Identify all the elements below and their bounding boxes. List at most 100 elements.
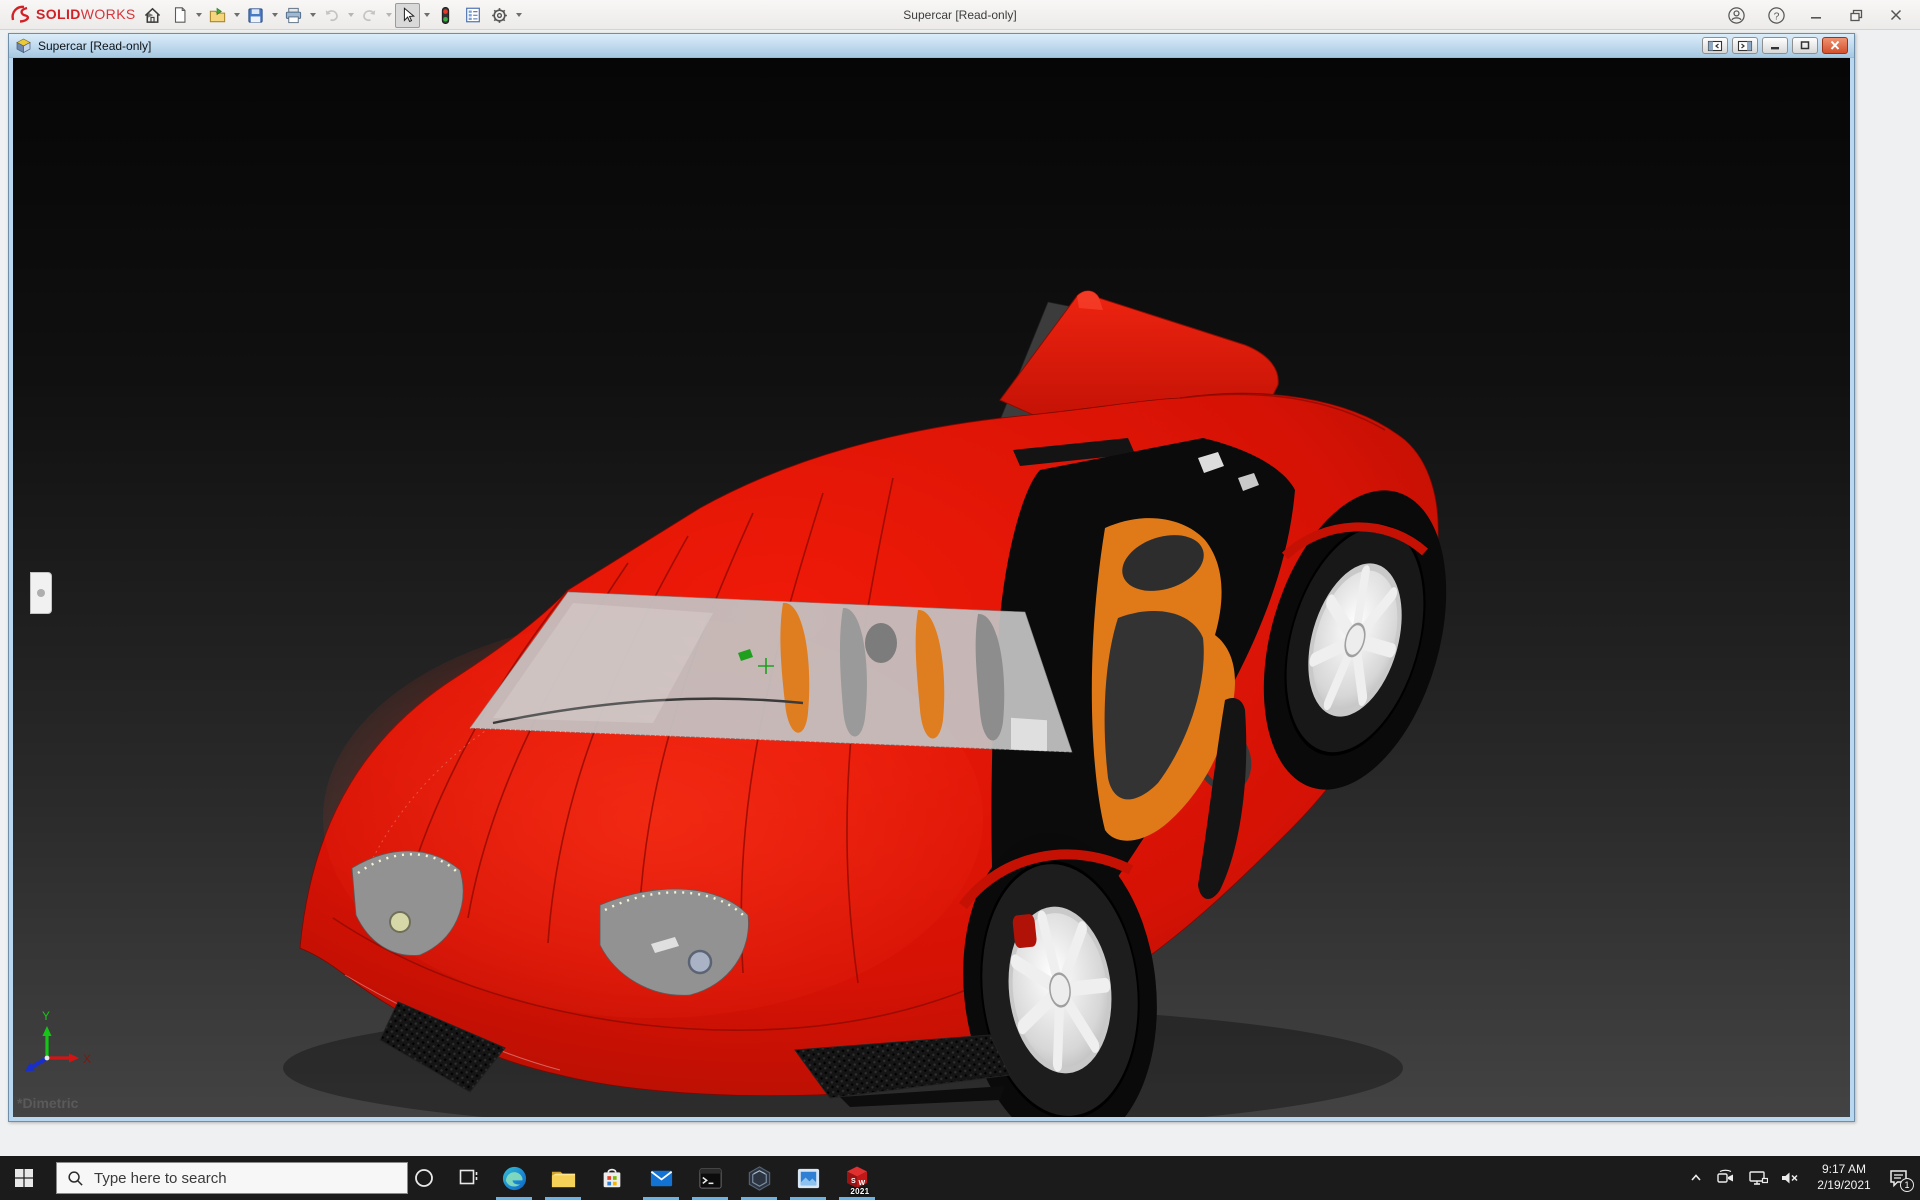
new-document-button[interactable] xyxy=(167,3,192,28)
store-icon xyxy=(603,1168,621,1188)
start-button[interactable] xyxy=(0,1156,48,1200)
notification-badge: 1 xyxy=(1900,1178,1914,1192)
taskbar-command-prompt[interactable] xyxy=(687,1156,733,1200)
brake-caliper xyxy=(1012,914,1037,949)
system-tray: 9:17 AM 2/19/2021 1 xyxy=(1688,1156,1920,1200)
options-dropdown[interactable] xyxy=(514,3,523,28)
part-document-icon xyxy=(16,38,31,54)
taskbar-clock[interactable]: 9:17 AM 2/19/2021 xyxy=(1812,1162,1876,1193)
meet-now-icon[interactable] xyxy=(1716,1169,1736,1187)
doc-restore-button[interactable] xyxy=(1792,37,1818,54)
properties-list-icon xyxy=(465,7,480,23)
file-explorer-icon xyxy=(551,1171,575,1187)
main-toolbar xyxy=(140,0,523,30)
doc-minimize-icon xyxy=(1771,47,1779,50)
undo-button[interactable] xyxy=(319,3,344,28)
task-view-button[interactable] xyxy=(445,1156,491,1200)
sw-version-label: 2021 xyxy=(850,1187,870,1196)
select-tool-button[interactable] xyxy=(395,2,420,28)
brand-text: SOLIDWORKS xyxy=(36,6,136,22)
redo-dropdown[interactable] xyxy=(384,3,393,28)
toggle-left-pane-button[interactable] xyxy=(1702,37,1728,54)
svg-text:S: S xyxy=(851,1178,856,1185)
taskbar-photos[interactable] xyxy=(785,1156,831,1200)
select-tool-dropdown[interactable] xyxy=(422,3,431,28)
search-input[interactable] xyxy=(94,1169,364,1187)
taskbar-store[interactable] xyxy=(589,1156,635,1200)
account-button[interactable] xyxy=(1726,5,1746,25)
print-dropdown[interactable] xyxy=(308,3,317,28)
options-button[interactable] xyxy=(487,3,512,28)
new-document-icon xyxy=(174,7,185,23)
brand-bold: SOLID xyxy=(36,6,81,22)
svg-text:?: ? xyxy=(1773,11,1779,22)
clock-date: 2/19/2021 xyxy=(1817,1178,1871,1192)
app-title: Supercar [Read-only] xyxy=(903,8,1017,22)
undo-icon xyxy=(325,9,338,21)
command-prompt-icon xyxy=(698,1167,722,1189)
photos-icon xyxy=(797,1168,819,1188)
mail-icon xyxy=(650,1170,672,1186)
select-cursor-icon xyxy=(403,7,415,23)
view-orientation-label: *Dimetric xyxy=(17,1095,79,1111)
close-button[interactable] xyxy=(1886,5,1906,25)
print-button[interactable] xyxy=(281,3,306,28)
doc-minimize-button[interactable] xyxy=(1762,37,1788,54)
open-dropdown[interactable] xyxy=(232,3,241,28)
help-button[interactable]: ? xyxy=(1766,5,1786,25)
document-window-controls xyxy=(1702,37,1848,54)
taskbar-edrawings[interactable] xyxy=(736,1156,782,1200)
save-button[interactable] xyxy=(243,3,268,28)
minimize-button[interactable] xyxy=(1806,5,1826,25)
taskbar-solidworks[interactable]: S W 2021 xyxy=(834,1156,880,1200)
edge-icon xyxy=(502,1166,526,1190)
doc-close-button[interactable] xyxy=(1822,37,1848,54)
cortana-button[interactable] xyxy=(401,1156,447,1200)
windows-taskbar: S W 2021 9:17 AM 2/19/2021 xyxy=(0,1156,1920,1200)
file-properties-button[interactable] xyxy=(460,3,485,28)
volume-muted-icon[interactable] xyxy=(1780,1169,1800,1187)
taskbar-edge[interactable] xyxy=(491,1156,537,1200)
document-window: Supercar [Read-only] Y X *Dimetric xyxy=(8,33,1855,1122)
3d-viewport[interactable]: Y X *Dimetric xyxy=(13,58,1850,1117)
triad-y-label: Y xyxy=(42,1009,50,1023)
hidden-icons-chevron[interactable] xyxy=(1688,1170,1704,1186)
taskbar-file-explorer[interactable] xyxy=(540,1156,586,1200)
traffic-light-icon xyxy=(441,6,450,24)
undo-dropdown[interactable] xyxy=(346,3,355,28)
search-icon xyxy=(68,1170,83,1186)
featuremanager-collapsed-tab[interactable] xyxy=(30,572,52,614)
app-window-controls: ? xyxy=(1726,0,1906,30)
solidworks-logo-icon xyxy=(11,5,30,23)
account-icon xyxy=(1727,6,1745,24)
save-icon xyxy=(248,7,263,23)
xpress-products-button[interactable] xyxy=(433,3,458,28)
save-dropdown[interactable] xyxy=(270,3,279,28)
network-icon[interactable] xyxy=(1748,1169,1768,1187)
open-button[interactable] xyxy=(205,3,230,28)
new-document-dropdown[interactable] xyxy=(194,3,203,28)
solidworks-logo[interactable]: SOLIDWORKS ▸ xyxy=(10,4,153,24)
home-button[interactable] xyxy=(140,3,165,28)
pane-right-icon xyxy=(1737,40,1753,51)
tab-dot-icon xyxy=(37,589,45,597)
graphics-area[interactable]: Y X *Dimetric xyxy=(13,58,1850,1117)
help-icon: ? xyxy=(1767,6,1785,24)
triad-x-label: X xyxy=(83,1052,91,1066)
redo-icon xyxy=(363,9,376,21)
document-title: Supercar [Read-only] xyxy=(38,38,152,53)
pane-left-icon xyxy=(1707,40,1723,51)
minimize-icon xyxy=(1811,17,1821,19)
toggle-right-pane-button[interactable] xyxy=(1732,37,1758,54)
restore-button[interactable] xyxy=(1846,5,1866,25)
document-titlebar[interactable]: Supercar [Read-only] xyxy=(9,34,1854,58)
brand-light: WORKS xyxy=(80,6,136,22)
gear-icon xyxy=(492,7,507,23)
svg-text:W: W xyxy=(859,1180,866,1187)
action-center-button[interactable]: 1 xyxy=(1888,1168,1914,1192)
taskbar-mail[interactable] xyxy=(638,1156,684,1200)
redo-button[interactable] xyxy=(357,3,382,28)
edrawings-icon xyxy=(748,1165,770,1191)
task-view-icon xyxy=(459,1169,478,1185)
taskbar-search[interactable] xyxy=(56,1162,408,1194)
